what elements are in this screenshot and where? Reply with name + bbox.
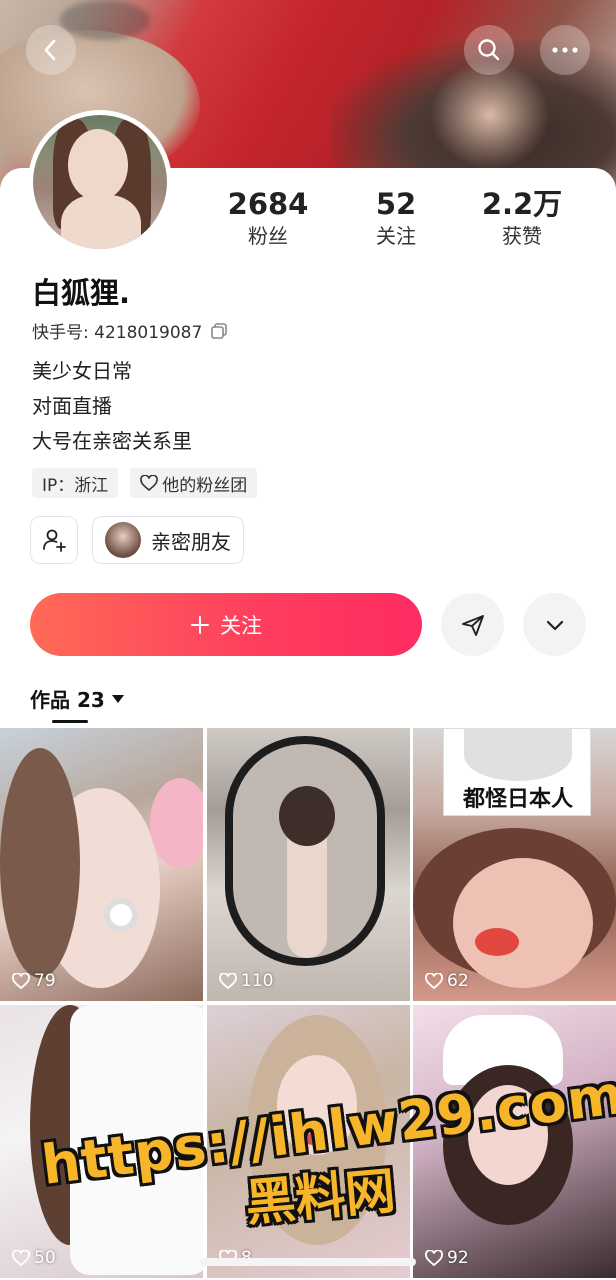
ip-tag: IP：浙江	[32, 468, 119, 498]
add-user-icon	[43, 529, 66, 552]
fan-group-tag[interactable]: 他的粉丝团	[130, 468, 258, 498]
bio-line: 对面直播	[32, 394, 112, 418]
chevron-down-icon	[546, 620, 563, 630]
plus-icon	[191, 615, 209, 634]
kuaishou-id-row: 快手号: 4218019087	[32, 318, 228, 343]
more-button[interactable]	[540, 25, 590, 75]
heart-outline-icon	[425, 973, 443, 989]
chevron-left-icon	[44, 39, 56, 61]
meme-caption: 都怪日本人	[462, 787, 573, 812]
work-thumbnail[interactable]: 都怪日本人 62	[413, 728, 616, 1001]
fans-stat[interactable]: 2684 粉丝	[208, 186, 328, 250]
work-likes: 92	[425, 1248, 469, 1268]
heart-outline-icon	[425, 1250, 443, 1266]
heart-outline-icon	[12, 1250, 30, 1266]
bio-line: 美少女日常	[32, 359, 132, 383]
search-button[interactable]	[464, 25, 514, 75]
bio: 美少女日常 对面直播 大号在亲密关系里	[32, 354, 192, 459]
work-thumbnail[interactable]: 8	[207, 1005, 410, 1278]
work-likes-count: 50	[34, 1248, 56, 1268]
likes-stat[interactable]: 2.2万 获赞	[462, 186, 582, 250]
likes-count: 2.2万	[481, 187, 563, 221]
kuaishou-id: 快手号: 4218019087	[32, 323, 203, 343]
likes-label: 获赞	[502, 224, 542, 248]
follow-button[interactable]: 关注	[30, 593, 422, 656]
intimate-friend-chip[interactable]: 亲密朋友	[92, 516, 244, 564]
search-icon	[478, 39, 500, 61]
fans-label: 粉丝	[248, 224, 288, 248]
heart-outline-icon	[219, 973, 237, 989]
add-friend-button[interactable]	[30, 516, 78, 564]
work-likes: 62	[425, 971, 469, 991]
work-likes: 50	[12, 1248, 56, 1268]
tab-works[interactable]: 作品 23	[30, 684, 125, 713]
work-likes: 79	[12, 971, 56, 991]
meme-sticker: 都怪日本人	[443, 728, 591, 816]
home-indicator[interactable]	[200, 1258, 416, 1266]
intimate-friend-avatar	[105, 522, 141, 558]
work-thumbnail[interactable]: 50	[0, 1005, 203, 1278]
follow-label: 关注	[220, 613, 262, 638]
tab-works-indicator	[52, 720, 88, 723]
following-label: 关注	[376, 224, 416, 248]
expand-button[interactable]	[523, 593, 586, 656]
work-thumbnail[interactable]: 92	[413, 1005, 616, 1278]
profile-stats: 2684 粉丝 52 关注 2.2万 获赞	[0, 186, 616, 256]
profile-tags: IP：浙江 他的粉丝团	[32, 468, 258, 498]
relation-chips: 亲密朋友	[30, 516, 244, 564]
heart-outline-icon	[140, 475, 159, 491]
cover-photo-skin	[430, 60, 550, 170]
work-likes-count: 92	[447, 1248, 469, 1268]
nickname: 白狐狸.	[32, 276, 131, 310]
fan-group-label: 他的粉丝团	[162, 475, 248, 496]
cover-photo-tattoo	[60, 0, 150, 40]
work-likes-count: 79	[34, 971, 56, 991]
following-stat[interactable]: 52 关注	[336, 186, 456, 250]
work-likes: 110	[219, 971, 273, 991]
following-count: 52	[375, 187, 417, 221]
fans-count: 2684	[227, 187, 309, 221]
work-thumbnail[interactable]: 79	[0, 728, 203, 1001]
bio-line: 大号在亲密关系里	[32, 429, 192, 453]
heart-outline-icon	[12, 973, 30, 989]
intimate-friend-label: 亲密朋友	[151, 529, 231, 554]
ip-label: IP：浙江	[42, 475, 109, 496]
caret-down-icon	[111, 694, 124, 703]
copy-icon[interactable]	[210, 322, 228, 340]
work-likes-count: 110	[241, 971, 274, 991]
work-thumbnail[interactable]: 110	[207, 728, 410, 1001]
more-horizontal-icon	[552, 47, 578, 53]
works-tab-label: 作品 23	[30, 688, 105, 712]
back-button[interactable]	[26, 25, 76, 75]
send-icon	[461, 614, 484, 636]
work-likes-count: 62	[447, 971, 469, 991]
share-button[interactable]	[441, 593, 504, 656]
